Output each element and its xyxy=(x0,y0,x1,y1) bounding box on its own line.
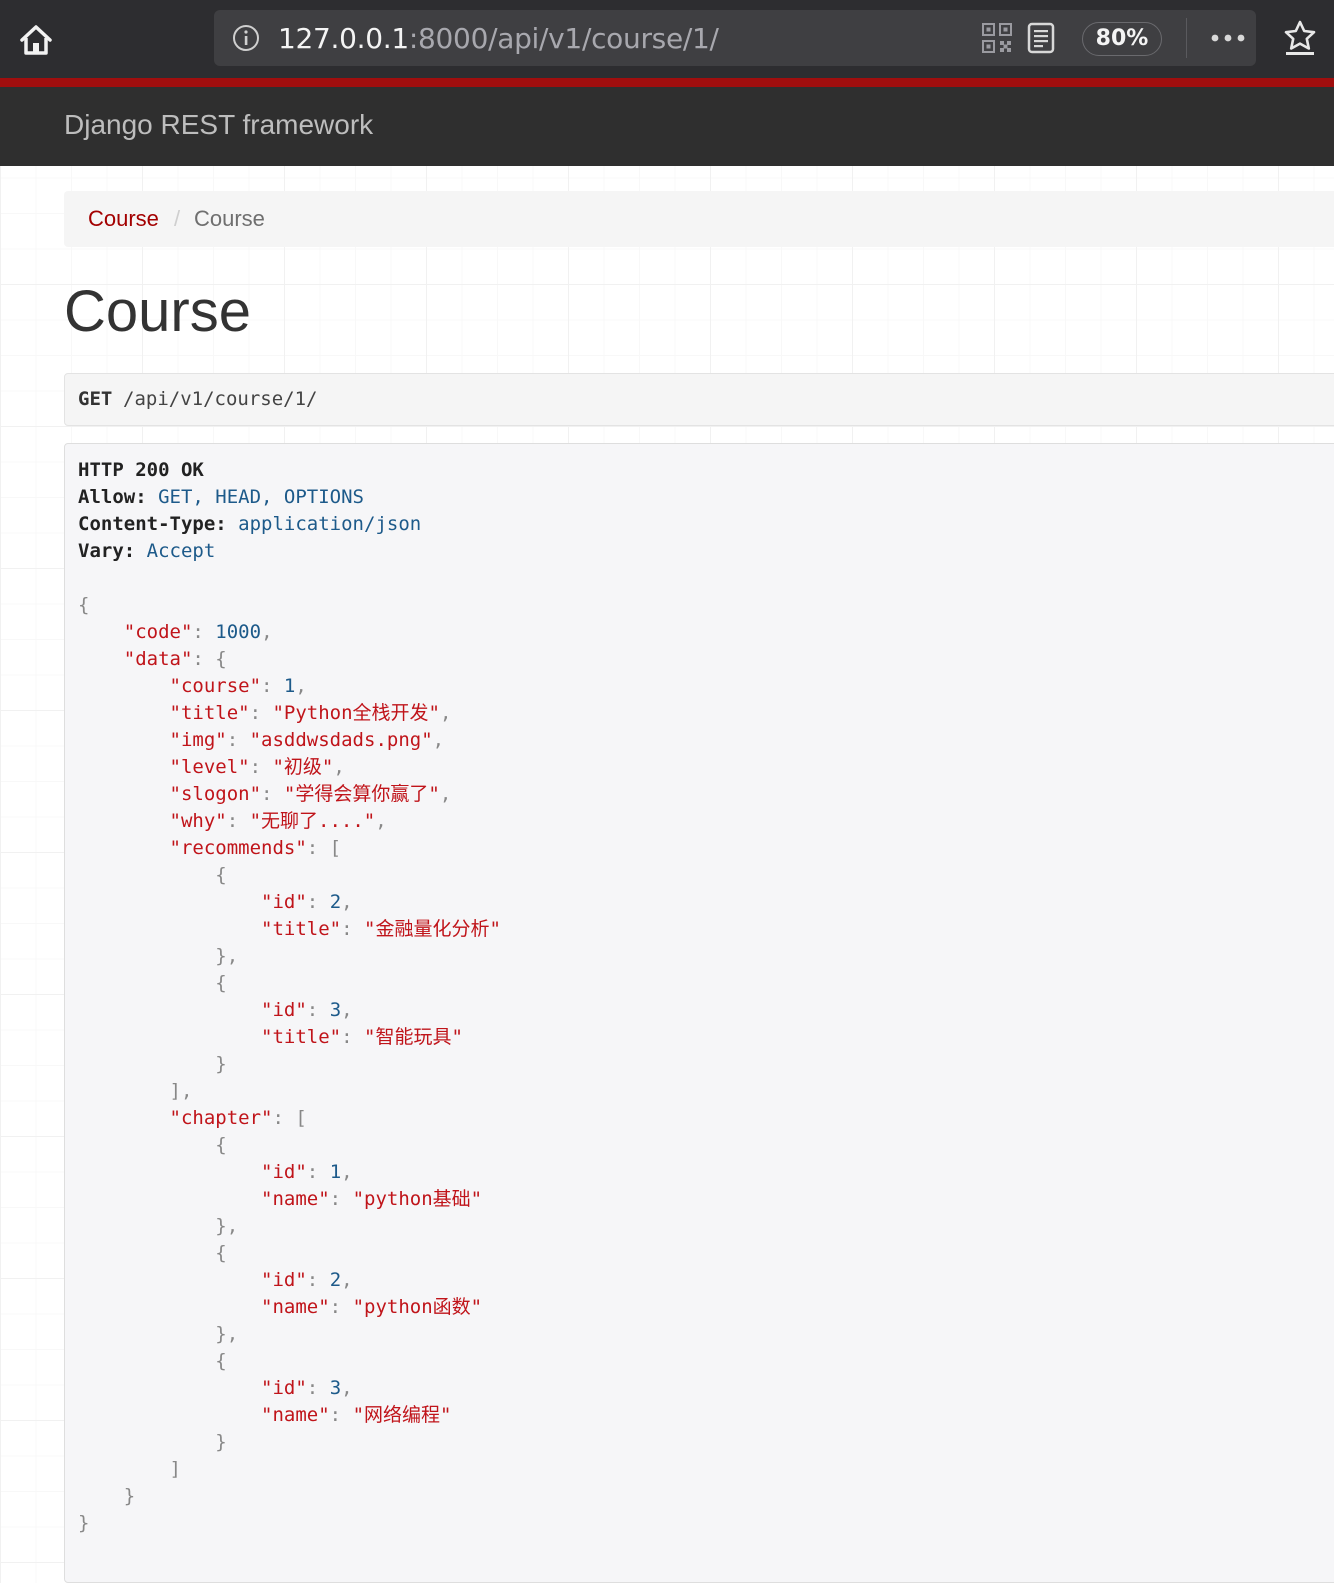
json-chapter-id: 2 xyxy=(329,1269,342,1291)
url-bar[interactable]: 127.0.0.1:8000/api/v1/course/1/ 80% xyxy=(214,10,1256,66)
header-value: Accept xyxy=(146,540,216,562)
header-name: Vary: xyxy=(78,540,136,562)
response-info: HTTP 200 OK Allow: GET, HEAD, OPTIONS Co… xyxy=(64,443,1334,1583)
url-path: :8000/api/v1/course/1/ xyxy=(408,22,719,55)
url-bar-divider xyxy=(1186,18,1187,58)
navbar: Django REST framework xyxy=(0,87,1334,166)
request-path: /api/v1/course/1/ xyxy=(123,388,318,410)
json-why-value: "无聊了...." xyxy=(249,810,376,832)
home-icon[interactable] xyxy=(14,18,58,62)
json-chapter-id: 3 xyxy=(329,1377,342,1399)
json-chapter-name: "python基础" xyxy=(352,1188,483,1210)
header-value: application/json xyxy=(238,513,422,535)
qr-code-icon[interactable] xyxy=(982,23,1012,53)
breadcrumb-separator: / xyxy=(174,206,181,231)
json-slogon-value: "学得会算你赢了" xyxy=(283,783,440,805)
json-title-value: "Python全栈开发" xyxy=(272,702,440,724)
json-recommend-title: "金融量化分析" xyxy=(364,918,501,940)
json-level-value: "初级" xyxy=(272,756,334,778)
json-code-value: 1000 xyxy=(215,621,262,643)
header-name: Content-Type: xyxy=(78,513,227,535)
json-chapter-id: 1 xyxy=(329,1161,342,1183)
json-chapter-name: "网络编程" xyxy=(352,1404,452,1426)
json-recommend-id: 2 xyxy=(329,891,342,913)
breadcrumb: Course / Course xyxy=(64,191,1334,247)
zoom-level-badge[interactable]: 80% xyxy=(1082,22,1162,56)
theme-accent-stripe xyxy=(0,78,1334,87)
breadcrumb-current: Course xyxy=(194,206,265,231)
header-value: GET, HEAD, OPTIONS xyxy=(158,486,364,508)
request-method: GET xyxy=(78,388,113,410)
browser-toolbar: 127.0.0.1:8000/api/v1/course/1/ 80% xyxy=(0,0,1334,78)
breadcrumb-link-course[interactable]: Course xyxy=(88,206,159,232)
more-actions-icon[interactable] xyxy=(1208,26,1248,50)
info-icon[interactable] xyxy=(232,24,260,52)
bookmarks-star-icon[interactable] xyxy=(1280,18,1320,58)
reader-view-icon[interactable] xyxy=(1026,22,1056,54)
json-chapter-name: "python函数" xyxy=(352,1296,483,1318)
json-recommend-title: "智能玩具" xyxy=(364,1026,463,1048)
json-recommend-id: 3 xyxy=(329,999,342,1021)
url-text[interactable]: 127.0.0.1:8000/api/v1/course/1/ xyxy=(278,22,719,55)
header-name: Allow: xyxy=(78,486,147,508)
json-course-value: 1 xyxy=(283,675,296,697)
url-host: 127.0.0.1 xyxy=(278,22,409,55)
page-title: Course xyxy=(64,279,251,344)
request-info: GET /api/v1/course/1/ xyxy=(64,373,1334,426)
brand-link[interactable]: Django REST framework xyxy=(64,109,373,141)
json-img-value: "asddwsdads.png" xyxy=(249,729,433,751)
response-status: HTTP 200 OK xyxy=(78,459,204,481)
